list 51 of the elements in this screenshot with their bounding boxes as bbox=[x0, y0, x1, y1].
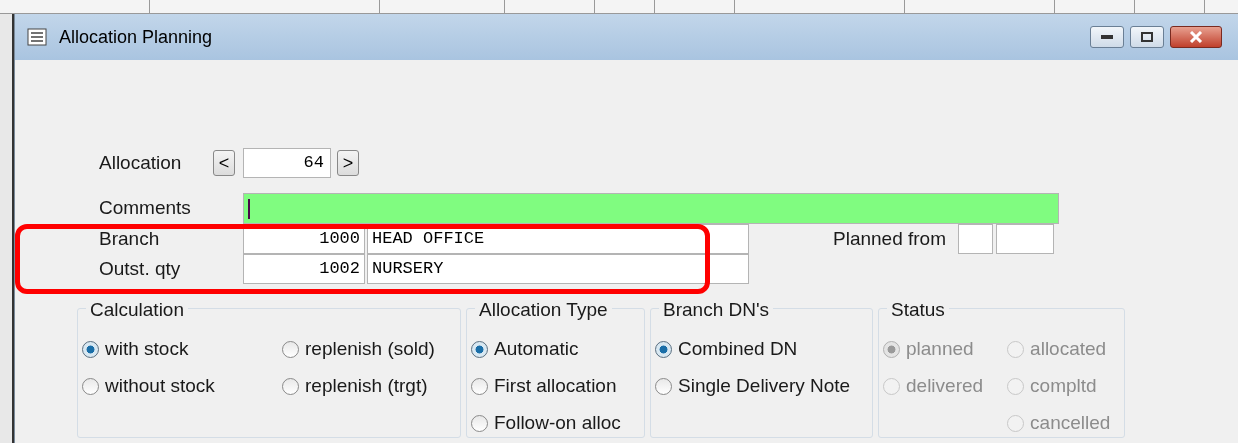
previous-button[interactable]: < bbox=[213, 150, 235, 176]
radio-label: with stock bbox=[105, 337, 189, 362]
radio-button[interactable] bbox=[655, 341, 672, 358]
radio-button[interactable] bbox=[655, 378, 672, 395]
code-field[interactable]: 1002 bbox=[243, 254, 365, 284]
radio-label: Automatic bbox=[494, 337, 579, 362]
planned-from-field[interactable] bbox=[996, 224, 1054, 254]
radio-label: Follow-on alloc bbox=[494, 411, 621, 436]
allocation-label: Allocation bbox=[98, 150, 183, 175]
window-icon bbox=[27, 28, 47, 46]
radio-label: without stock bbox=[105, 374, 215, 399]
field-label: Branch bbox=[98, 226, 161, 251]
radio-label: allocated bbox=[1030, 337, 1107, 362]
radio-option[interactable]: First allocation bbox=[471, 368, 621, 405]
radio-option[interactable]: replenish (sold) bbox=[282, 331, 435, 368]
maximize-button[interactable] bbox=[1130, 26, 1164, 48]
radio-label: compltd bbox=[1030, 374, 1097, 399]
comments-label: Comments bbox=[98, 196, 192, 221]
planned-from-label: Planned from bbox=[833, 226, 946, 251]
radio-button[interactable] bbox=[282, 341, 299, 358]
radio-button[interactable] bbox=[282, 378, 299, 395]
radio-label: replenish (trgt) bbox=[305, 374, 428, 399]
allocation-field[interactable]: 64 bbox=[243, 148, 331, 178]
window-title: Allocation Planning bbox=[59, 25, 213, 49]
radio-button[interactable] bbox=[471, 378, 488, 395]
radio-option[interactable]: Follow-on alloc bbox=[471, 405, 621, 442]
radio-button[interactable] bbox=[82, 341, 99, 358]
radio-label: planned bbox=[906, 337, 974, 362]
minimize-button[interactable] bbox=[1090, 26, 1124, 48]
next-button[interactable]: > bbox=[337, 150, 359, 176]
radio-button[interactable] bbox=[82, 378, 99, 395]
radio-label: Combined DN bbox=[678, 337, 798, 362]
field-label: Outst. qty bbox=[98, 256, 182, 281]
radio-label: Single Delivery Note bbox=[678, 374, 851, 399]
close-icon bbox=[1189, 31, 1203, 43]
radio-option[interactable]: Combined DN bbox=[655, 331, 851, 368]
radio-label: cancelled bbox=[1030, 411, 1111, 436]
radio-label: First allocation bbox=[494, 374, 617, 399]
close-button[interactable] bbox=[1170, 26, 1222, 48]
radio-button[interactable] bbox=[471, 341, 488, 358]
radio-option[interactable]: with stock bbox=[82, 331, 258, 368]
planned-from-field[interactable] bbox=[958, 224, 993, 254]
comments-field[interactable] bbox=[243, 193, 1059, 224]
name-field[interactable]: NURSERY bbox=[367, 254, 749, 284]
radio-option[interactable]: replenish (trgt) bbox=[282, 368, 435, 405]
radio-option[interactable]: Automatic bbox=[471, 331, 621, 368]
radio-option[interactable]: without stock bbox=[82, 368, 258, 405]
radio-label: replenish (sold) bbox=[305, 337, 435, 362]
radio-option[interactable]: Single Delivery Note bbox=[655, 368, 851, 405]
radio-button[interactable] bbox=[471, 415, 488, 432]
radio-label: delivered bbox=[906, 374, 984, 399]
